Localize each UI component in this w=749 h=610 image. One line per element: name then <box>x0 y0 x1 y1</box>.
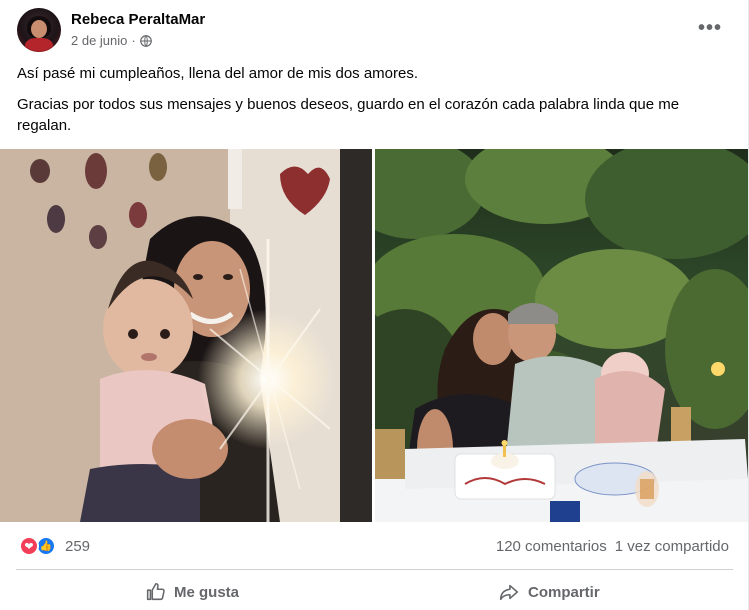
comments-count[interactable]: 120 comentarios <box>496 538 607 555</box>
like-label: Me gusta <box>174 583 240 601</box>
share-button[interactable]: Compartir <box>498 576 600 608</box>
meta-separator: · <box>131 33 136 48</box>
post-date[interactable]: 2 de junio <box>71 33 127 48</box>
photo-mother-baby-sparkler[interactable] <box>0 149 372 522</box>
share-arrow-icon <box>499 584 519 601</box>
post-text-paragraph: Gracias por todos sus mensajes y buenos … <box>17 96 680 134</box>
post-card: Rebeca PeraltaMar 2 de junio · ••• Así p… <box>0 0 749 610</box>
shares-count[interactable]: 1 vez compartido <box>615 538 729 555</box>
like-icon: 👍 <box>36 536 56 556</box>
post-text-paragraph: Así pasé mi cumpleaños, llena del amor d… <box>17 65 419 82</box>
reaction-summary[interactable]: ❤ 👍 259 <box>19 536 90 556</box>
post-stats: 120 comentarios 1 vez compartido <box>496 538 729 555</box>
divider <box>16 569 733 570</box>
like-button[interactable]: Me gusta <box>144 576 239 608</box>
reaction-count[interactable]: 259 <box>65 538 90 555</box>
post-meta: 2 de junio · <box>71 33 152 48</box>
more-options-icon[interactable]: ••• <box>692 14 728 42</box>
photo-couple-kiss-dinner[interactable] <box>375 149 748 522</box>
thumbs-up-icon <box>146 582 165 601</box>
heart-icon: ❤ <box>19 536 39 556</box>
author-name[interactable]: Rebeca PeraltaMar <box>71 11 205 28</box>
globe-icon[interactable] <box>139 34 152 47</box>
share-label: Compartir <box>528 583 600 601</box>
author-avatar[interactable] <box>17 8 61 52</box>
